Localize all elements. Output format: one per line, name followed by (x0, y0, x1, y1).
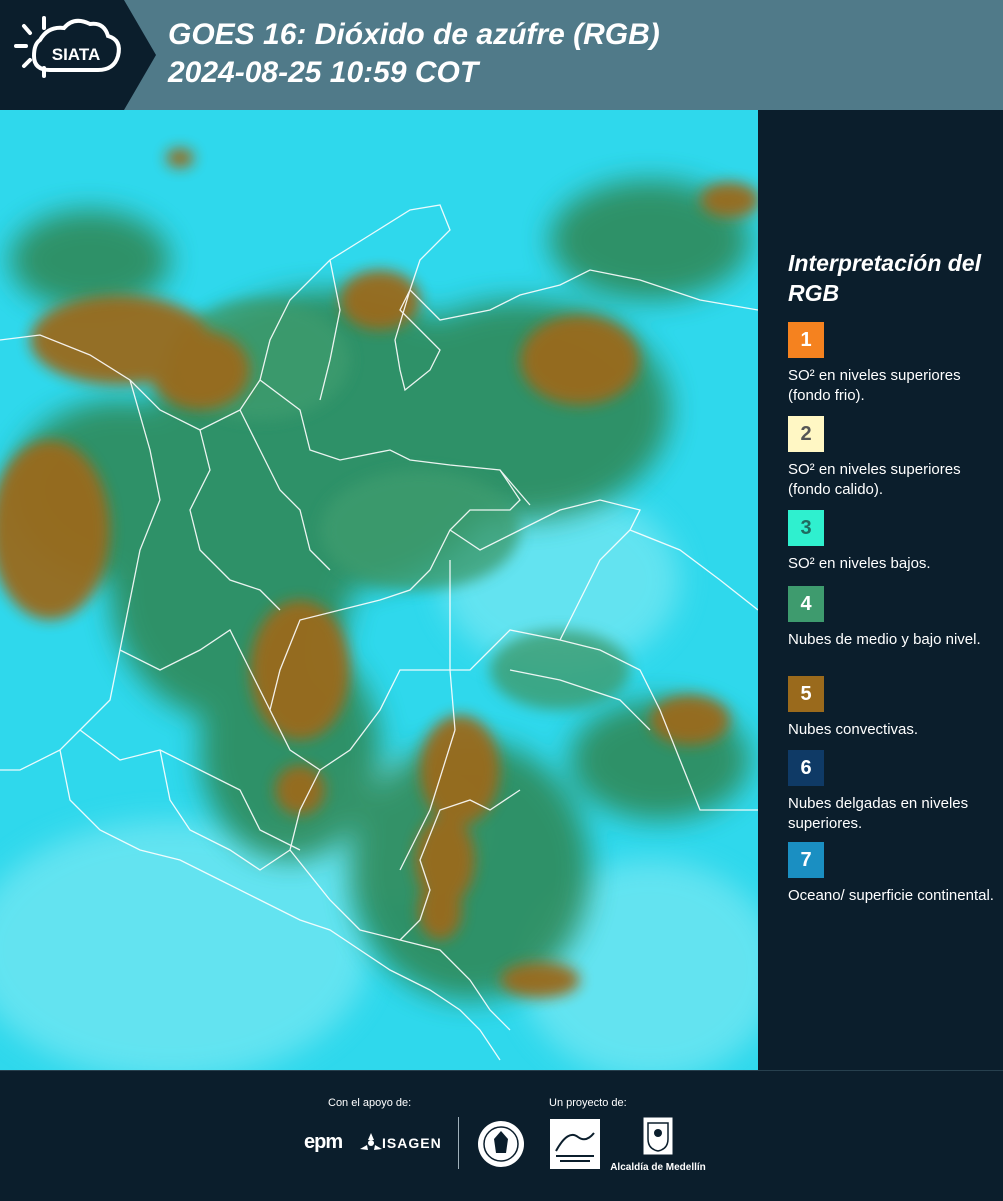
legend-swatch-6: 6 (788, 750, 824, 786)
legend-item-2: 2 SO² en niveles superiores (fondo calid… (788, 416, 998, 500)
logo-area: SIATA (0, 0, 156, 110)
siata-logo: SIATA (0, 0, 156, 110)
legend-swatch-1: 1 (788, 322, 824, 358)
project-label: Un proyecto de: (549, 1097, 627, 1109)
legend-label-6: Nubes delgadas en niveles superiores. (788, 795, 969, 832)
footer-divider (458, 1117, 459, 1169)
legend-swatch-3: 3 (788, 510, 824, 546)
legend-swatch-4: 4 (788, 586, 824, 622)
area-metropolitana-logo (550, 1119, 600, 1169)
legend-swatch-5: 5 (788, 676, 824, 712)
legend-label-4: Nubes de medio y bajo nivel. (788, 631, 981, 648)
area-metropolitana-icon (550, 1119, 600, 1169)
legend-title: Interpretación del RGB (788, 250, 981, 306)
isagen-icon (360, 1133, 382, 1150)
medellin-seal-icon (478, 1121, 524, 1167)
legend-label-3: SO² en niveles bajos. (788, 555, 931, 572)
title-line-timestamp: 2024-08-25 10:59 COT (168, 56, 479, 89)
satellite-image (0, 110, 758, 1070)
legend-item-5: 5 Nubes convectivas. (788, 676, 998, 740)
legend-panel: Interpretación del RGB 1 SO² en niveles … (760, 110, 1003, 1070)
title-line-product: GOES 16: Dióxido de azúfre (RGB) (168, 18, 660, 51)
legend-item-4: 4 Nubes de medio y bajo nivel. (788, 586, 998, 650)
page-title: GOES 16: Dióxido de azúfre (RGB) 2024-08… (168, 16, 660, 92)
legend-label-5: Nubes convectivas. (788, 721, 919, 738)
legend-item-1: 1 SO² en niveles superiores (fondo frio)… (788, 322, 998, 406)
legend-item-3: 3 SO² en niveles bajos. (788, 510, 998, 574)
legend-label-1: SO² en niveles superiores (fondo frio). (788, 367, 961, 404)
satellite-map (0, 110, 758, 1070)
legend-swatch-2: 2 (788, 416, 824, 452)
legend-item-6: 6 Nubes delgadas en niveles superiores. (788, 750, 998, 834)
legend-label-7: Oceano/ superficie continental. (788, 887, 994, 904)
support-label: Con el apoyo de: (328, 1097, 412, 1109)
alcaldia-logo: Alcaldía de Medellín (610, 1117, 706, 1173)
alcaldia-shield-icon (643, 1117, 673, 1155)
footer-bar: Con el apoyo de: Un proyecto de: epm ISA… (0, 1070, 1003, 1201)
legend-label-2: SO² en niveles superiores (fondo calido)… (788, 461, 961, 498)
legend-item-7: 7 Oceano/ superficie continental. (788, 842, 998, 906)
epm-logo: epm (304, 1131, 343, 1153)
legend-swatch-7: 7 (788, 842, 824, 878)
header-bar: SIATA GOES 16: Dióxido de azúfre (RGB) 2… (0, 0, 1003, 110)
logo-text: SIATA (52, 45, 100, 64)
alcaldia-label: Alcaldía de Medellín (610, 1162, 706, 1173)
isagen-logo: ISAGEN (382, 1135, 442, 1151)
